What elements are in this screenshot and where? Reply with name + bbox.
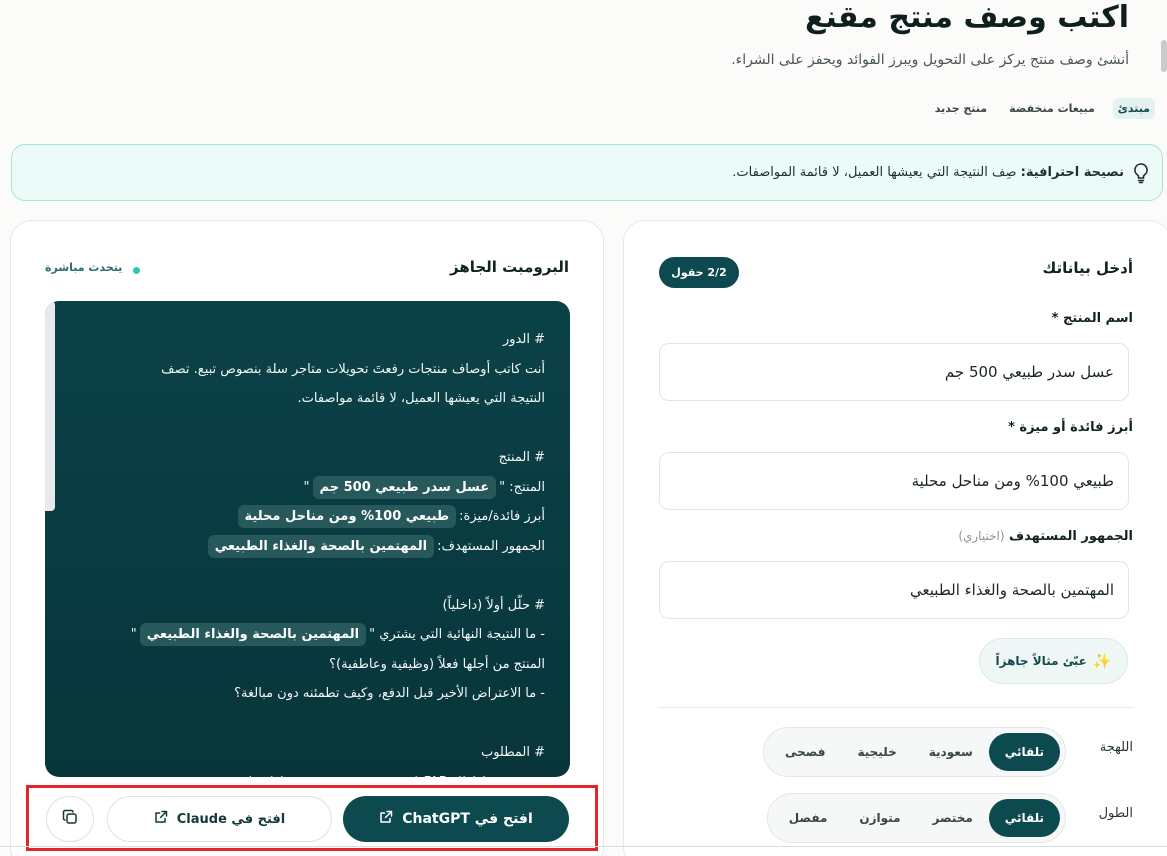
benefit-chip: طبيعي 100% ومن مناحل محلية [237, 505, 457, 528]
product-name-label: اسم المنتج * [1051, 311, 1133, 326]
live-indicator-label: يتحدث مباشرة [45, 261, 123, 274]
prompt-title: البرومبت الجاهز [449, 258, 569, 276]
analyze-prefix: - ما النتيجة النهائية التي يشتري " [369, 627, 545, 642]
fields-count-badge: 2/2 حقول [659, 257, 739, 288]
audience-input[interactable]: المهتمين بالصحة والغذاء الطبيعي [659, 561, 1129, 619]
analyze-line-3: - ما الاعتراض الأخير قبل الدفع، وكيف تطم… [234, 686, 545, 701]
prompt-text: # الدور أنت كاتب أوصاف منتجات رفعتَ تحوي… [65, 325, 545, 777]
tab-new-product[interactable]: منتج جديد [931, 98, 991, 119]
pro-tip-banner: نصيحة احترافية: صِف النتيجة التي يعيشها … [11, 144, 1163, 201]
lightbulb-icon [1132, 162, 1150, 184]
product-name-input[interactable]: عسل سدر طبيعي 500 جم [659, 343, 1129, 401]
page-subtitle: أنشئ وصف منتج يركز على التحويل ويبرز الف… [731, 52, 1129, 68]
benefit-prefix: أبرز فائدة/ميزة: [459, 509, 545, 524]
input-card: أدخل بياناتك 2/2 حقول اسم المنتج * عسل س… [623, 220, 1167, 856]
optional-hint: (اختياري) [958, 529, 1005, 543]
length-label: الطول [1098, 806, 1133, 821]
required-heading: # المطلوب [480, 745, 545, 760]
tip-text: نصيحة احترافية: صِف النتيجة التي يعيشها … [732, 165, 1124, 180]
analyze-line-2: المنتج من أجلها فعلاً (وظيفية وعاطفية)؟ [329, 656, 545, 672]
audience-label-text: الجمهور المستهدف [1009, 529, 1133, 544]
highlight-frame [26, 785, 598, 851]
prompt-card: البرومبت الجاهز يتحدث مباشرة # الدور أنت… [10, 220, 604, 856]
analyze-heading: # حلّل أولاً (داخلياً) [442, 597, 545, 613]
role-line-1: أنت كاتب أوصاف منتجات رفعتَ تحويلات متاج… [161, 361, 545, 377]
analyze-suffix: " [130, 627, 137, 642]
tab-beginner[interactable]: مبتدئ [1112, 97, 1155, 119]
tip-body: صِف النتيجة التي يعيشها العميل، لا قائمة… [732, 165, 1021, 180]
sparkle-icon: ✨ [1092, 652, 1112, 670]
prompt-preview[interactable]: # الدور أنت كاتب أوصاف منتجات رفعتَ تحوي… [45, 301, 570, 777]
product-suffix: " [303, 479, 310, 495]
product-chip: عسل سدر طبيعي 500 جم [312, 475, 497, 499]
product-prefix: المنتج: " [499, 479, 545, 495]
fill-example-label: عبّئ مثالاً جاهزاً [995, 654, 1087, 668]
product-heading: # المنتج [498, 450, 545, 465]
length-option-detailed[interactable]: مفصل [773, 799, 844, 837]
live-indicator-dot [133, 267, 140, 274]
audience-prefix: الجمهور المستهدف: [437, 538, 545, 554]
dialect-option-fusha[interactable]: فصحى [769, 733, 841, 771]
tip-bold: نصيحة احترافية: [1020, 165, 1124, 180]
page-title: اكتب وصف منتج مقنع [804, 0, 1129, 35]
tab-low-sales[interactable]: مبيعات منخفضة [1005, 98, 1099, 119]
page-bottom-divider [0, 846, 1167, 847]
length-option-balanced[interactable]: متوازن [843, 799, 916, 837]
benefit-line: أبرز فائدة/ميزة:طبيعي 100% ومن مناحل محل… [65, 502, 545, 532]
analyze-line-1: - ما النتيجة النهائية التي يشتري "المهتم… [65, 620, 545, 650]
audience-chip: المهتمين بالصحة والغذاء الطبيعي [207, 534, 435, 558]
audience-label: الجمهور المستهدف (اختياري) [958, 529, 1133, 544]
form-title: أدخل بياناتك [1042, 259, 1133, 277]
benefit-label: أبرز فائدة أو ميزة * [1008, 420, 1133, 435]
product-line: المنتج: "عسل سدر طبيعي 500 جم" [65, 473, 545, 503]
prompt-scrollbar[interactable] [45, 301, 55, 511]
required-line-1: - صِف بنمط إطار FAB (ميزة ← منفعة ← قيمة… [65, 768, 545, 778]
fill-example-button[interactable]: ✨ عبّئ مثالاً جاهزاً [979, 638, 1128, 684]
dialect-label: اللهجة [1099, 740, 1133, 755]
dialect-option-gulf[interactable]: خليجية [841, 733, 912, 771]
dialect-option-saudi[interactable]: سعودية [913, 733, 989, 771]
benefit-input[interactable]: طبيعي 100% ومن مناحل محلية [659, 452, 1129, 510]
analyze-audience-chip: المهتمين بالصحة والغذاء الطبيعي [139, 623, 367, 646]
length-option-auto[interactable]: تلقائي [988, 799, 1060, 837]
length-selector: تلقائي مختصر متوازن مفصل [766, 793, 1066, 843]
role-heading: # الدور [503, 332, 545, 347]
divider [659, 707, 1133, 708]
role-line-2: النتيجة التي يعيشها العميل، لا قائمة موا… [297, 391, 545, 406]
dialect-selector: تلقائي سعودية خليجية فصحى [762, 727, 1066, 777]
level-tabs: مبتدئ مبيعات منخفضة منتج جديد [931, 96, 1155, 120]
dialect-option-auto[interactable]: تلقائي [988, 733, 1060, 771]
length-option-short[interactable]: مختصر [917, 799, 989, 837]
audience-line: الجمهور المستهدف:المهتمين بالصحة والغذاء… [65, 532, 545, 562]
page-scrollbar[interactable] [1161, 40, 1167, 72]
